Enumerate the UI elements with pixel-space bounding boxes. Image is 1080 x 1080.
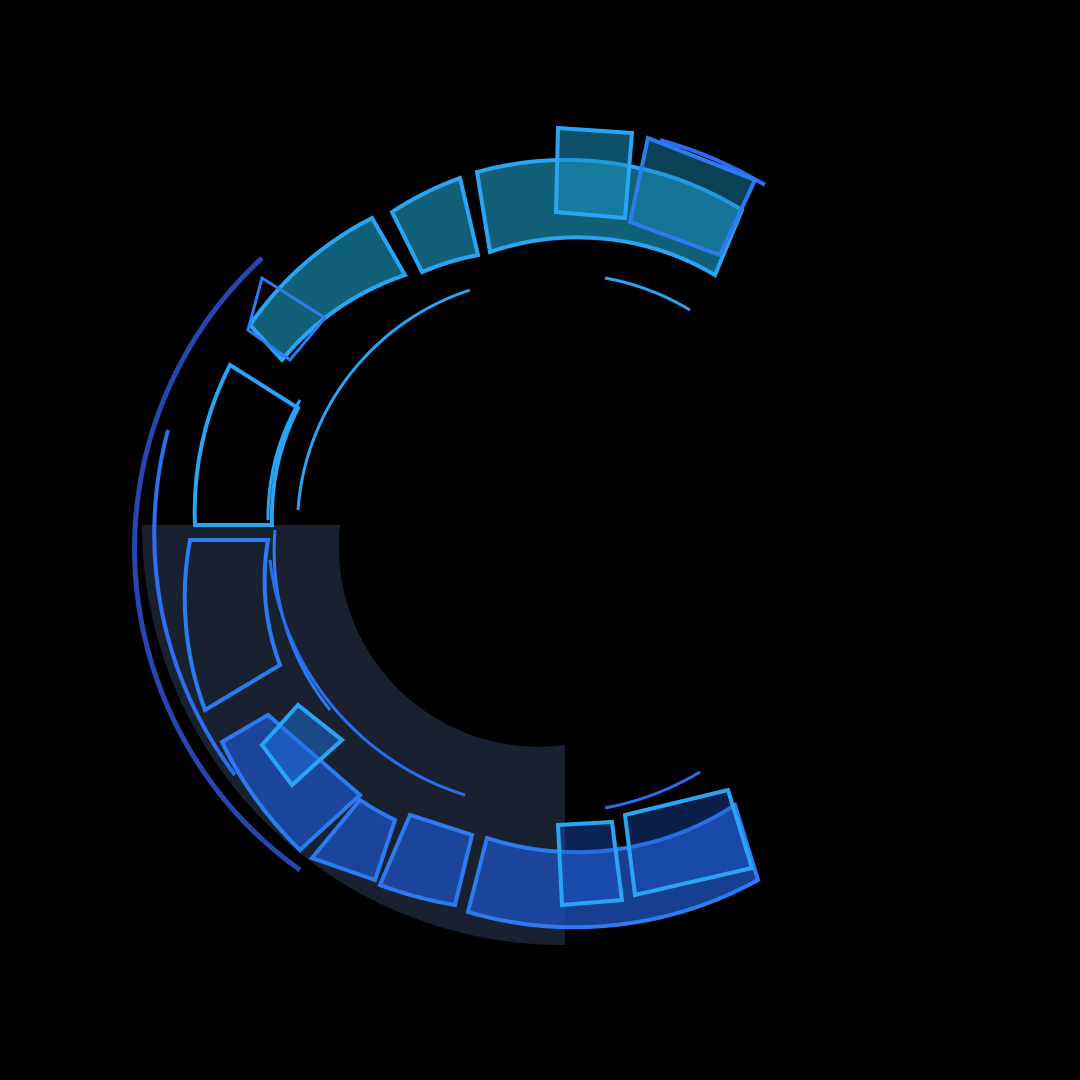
top-segments: [246, 125, 758, 364]
logo-stage: [0, 0, 1080, 1080]
c-ring-logo-graphic: [132, 125, 767, 946]
